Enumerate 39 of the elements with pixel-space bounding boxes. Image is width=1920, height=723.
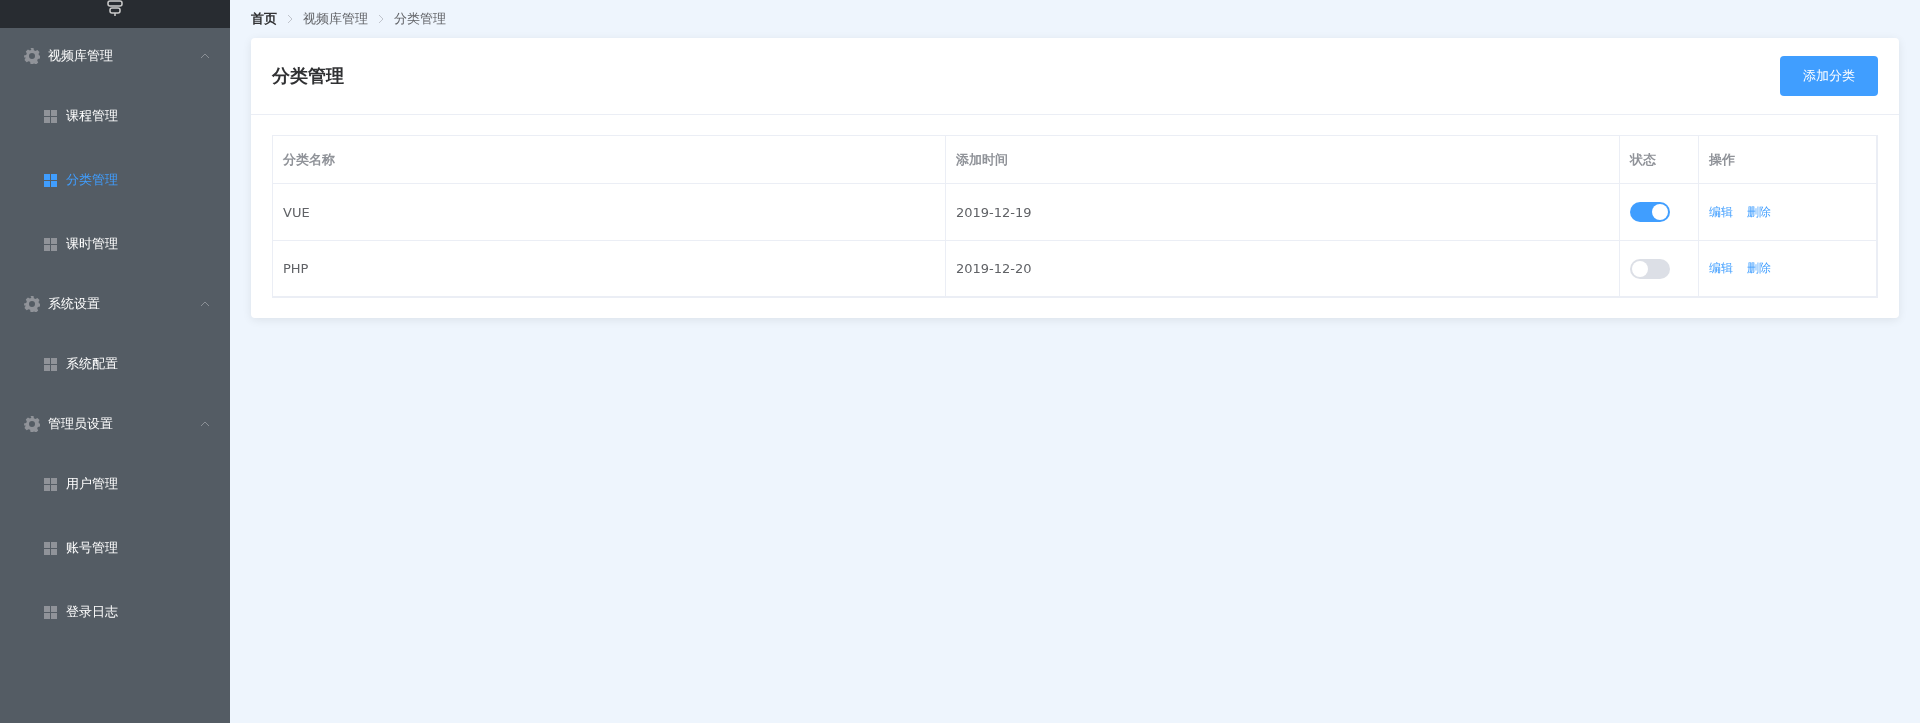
menu-group-title: 系统设置 bbox=[48, 295, 101, 313]
column-header: 分类名称 bbox=[273, 136, 946, 184]
settings-icon bbox=[24, 48, 40, 64]
status-switch[interactable] bbox=[1630, 202, 1670, 222]
chevron-icon bbox=[378, 14, 384, 24]
grid-icon bbox=[44, 237, 57, 251]
table-cell: PHP bbox=[273, 241, 946, 297]
grid-icon bbox=[44, 173, 57, 187]
table-cell: VUE bbox=[273, 184, 946, 241]
menu-item[interactable]: 用户管理 bbox=[0, 452, 230, 516]
breadcrumb-item[interactable]: 首页 bbox=[251, 10, 277, 28]
menu-item[interactable]: 账号管理 bbox=[0, 516, 230, 580]
menu-group[interactable]: 管理员设置 bbox=[0, 396, 230, 452]
menu-item[interactable]: 课程管理 bbox=[0, 84, 230, 148]
settings-icon bbox=[24, 296, 40, 312]
menu-group-title: 管理员设置 bbox=[48, 415, 114, 433]
column-header: 添加时间 bbox=[946, 136, 1620, 184]
grid-icon bbox=[44, 605, 57, 619]
breadcrumb-item[interactable]: 视频库管理 bbox=[303, 10, 368, 28]
menu-group-title: 视频库管理 bbox=[48, 47, 114, 65]
grid-icon bbox=[44, 109, 57, 123]
menu-item[interactable]: 系统配置 bbox=[0, 332, 230, 396]
grid-icon bbox=[44, 357, 57, 371]
column-header: 状态 bbox=[1620, 136, 1699, 184]
breadcrumb-item: 分类管理 bbox=[394, 10, 446, 28]
settings-icon bbox=[24, 416, 40, 432]
column-header: 操作 bbox=[1699, 136, 1877, 184]
menu-group[interactable]: 视频库管理 bbox=[0, 28, 230, 84]
menu-item[interactable]: 课时管理 bbox=[0, 212, 230, 276]
table-cell: 2019-12-20 bbox=[946, 241, 1620, 297]
logo-icon bbox=[105, 0, 125, 16]
status-switch[interactable] bbox=[1630, 258, 1670, 279]
card-title: 分类管理 bbox=[272, 64, 344, 88]
chevron-icon bbox=[287, 14, 293, 24]
menu-group[interactable]: 系统设置 bbox=[0, 276, 230, 332]
menu-item[interactable]: 登录日志 bbox=[0, 580, 230, 644]
table-cell: 2019-12-19 bbox=[946, 184, 1620, 241]
grid-icon bbox=[44, 477, 57, 491]
grid-icon bbox=[44, 541, 57, 555]
